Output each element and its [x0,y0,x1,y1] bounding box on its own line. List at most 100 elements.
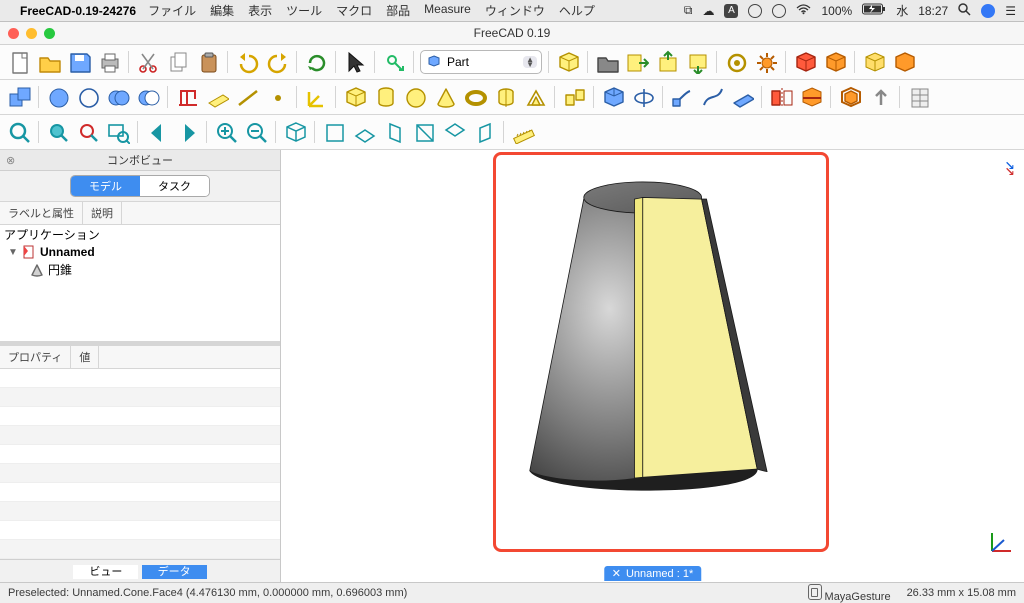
ortho-front-button[interactable] [321,119,347,145]
cut-red-button[interactable] [798,84,824,110]
export-right-button[interactable] [624,49,650,75]
wifi-icon[interactable] [796,4,811,18]
model-tree[interactable]: アプリケーション ▼ Unnamed 円錐 [0,225,280,341]
menu-icon[interactable]: ☰ [1005,4,1016,18]
open-folder-button[interactable] [594,49,620,75]
link-go-button[interactable] [381,49,407,75]
wedge-yel-button[interactable] [522,84,548,110]
sheet-button[interactable] [906,84,932,110]
orange-cube2-button[interactable] [891,49,917,75]
cloud-icon[interactable]: ☁︎ [702,4,714,18]
bool-common-button[interactable] [6,84,32,110]
col-label[interactable]: ラベルと属性 [0,202,83,224]
iso-box-button[interactable] [282,119,308,145]
mac-menu-item[interactable]: ウィンドウ [485,2,545,19]
orange-cube-button[interactable] [822,49,848,75]
compound-button[interactable] [561,84,587,110]
tab-task[interactable]: タスク [140,176,209,196]
ortho-back-button[interactable] [411,119,437,145]
sweep-blue-button[interactable] [729,84,755,110]
close-window-button[interactable] [8,28,19,39]
mac-menu-item[interactable]: 表示 [248,2,272,19]
export-down-button[interactable] [684,49,710,75]
spotlight-icon[interactable] [958,3,971,19]
print-button[interactable] [96,49,122,75]
sphere-outline-button[interactable] [75,84,101,110]
mac-menu-item[interactable]: ファイル [148,2,196,19]
mdi-tab[interactable]: ✕ Unnamed : 1* [604,566,701,581]
export-up-button[interactable] [654,49,680,75]
nav-back-button[interactable] [144,119,170,145]
extrude-button[interactable] [600,84,626,110]
tab-view[interactable]: ビュー [73,565,138,579]
app-name[interactable]: FreeCAD-0.19-24276 [20,4,136,18]
box-yel-button[interactable] [342,84,368,110]
revolve-button[interactable] [630,84,656,110]
mdi-tab-close-icon[interactable]: ✕ [612,567,621,580]
loop-select-button[interactable] [723,49,749,75]
cylinder-yel-button[interactable] [372,84,398,110]
circle-icon-2[interactable] [772,4,786,18]
input-source-icon[interactable]: A [724,4,738,18]
tree-row-doc[interactable]: ▼ Unnamed [0,244,280,260]
minimize-window-button[interactable] [26,28,37,39]
redo-button[interactable] [264,49,290,75]
magnifier-button[interactable] [6,119,32,145]
mac-menu-item[interactable]: ヘルプ [559,2,595,19]
zoom-all-button[interactable] [45,119,71,145]
open-button[interactable] [36,49,62,75]
torus-yel-button[interactable] [462,84,488,110]
col-property[interactable]: プロパティ [0,346,71,368]
tab-data[interactable]: データ [142,565,207,579]
arrow-cursor-button[interactable] [342,49,368,75]
col-desc[interactable]: 説明 [83,202,122,224]
attach-red-button[interactable] [174,84,200,110]
3d-viewport[interactable]: ↘ ↘ ✕ Unnamed : 1* [281,150,1024,582]
isometric-cube-button[interactable] [861,49,887,75]
disclosure-arrow-icon[interactable]: ▼ [8,247,18,258]
datum-plane-button[interactable] [204,84,230,110]
mac-menu-item[interactable]: マクロ [336,2,372,19]
zoom-window-button[interactable] [105,119,131,145]
tree-row-cone[interactable]: 円錐 [0,260,280,279]
sphere-union-button[interactable] [105,84,131,110]
refresh-button[interactable] [303,49,329,75]
tree-row-app[interactable]: アプリケーション [0,225,280,244]
cone-yel-button[interactable] [432,84,458,110]
zoom-window-button[interactable] [44,28,55,39]
col-value[interactable]: 値 [71,346,99,368]
gear-orange-button[interactable] [753,49,779,75]
sweep-face-button[interactable] [669,84,695,110]
export-up2-button[interactable] [867,84,893,110]
mac-menu-item[interactable]: Measure [424,2,471,19]
new-doc-button[interactable] [6,49,32,75]
circle-icon-1[interactable] [748,4,762,18]
workbench-selector[interactable]: Part▲▼ [420,50,542,74]
save-button[interactable] [66,49,92,75]
thickness-org-button[interactable] [837,84,863,110]
user-icon[interactable] [981,4,995,18]
battery-icon[interactable] [862,3,886,18]
part-cube-button[interactable] [555,49,581,75]
ortho-top-button[interactable] [351,119,377,145]
tab-model[interactable]: モデル [71,176,140,196]
sphere-yel-button[interactable] [402,84,428,110]
lcs-button[interactable] [303,84,329,110]
mac-menu-item[interactable]: ツール [286,2,322,19]
red-cube-button[interactable] [792,49,818,75]
navigation-cube-icon[interactable] [989,528,1015,554]
paste-button[interactable] [195,49,221,75]
sphere-cut-button[interactable] [135,84,161,110]
ortho-left-button[interactable] [471,119,497,145]
mac-menu-item[interactable]: 部品 [386,2,410,19]
mirror-red-button[interactable] [768,84,794,110]
zoom-in-button[interactable] [213,119,239,145]
zoom-sel-button[interactable] [75,119,101,145]
datum-line-button[interactable] [234,84,260,110]
zoom-out-button[interactable] [243,119,269,145]
datum-point-button[interactable] [264,84,290,110]
property-grid[interactable] [0,369,280,559]
panel-close-icon[interactable]: ⊗ [6,154,15,167]
copy-button[interactable] [165,49,191,75]
prism-yel-button[interactable] [492,84,518,110]
